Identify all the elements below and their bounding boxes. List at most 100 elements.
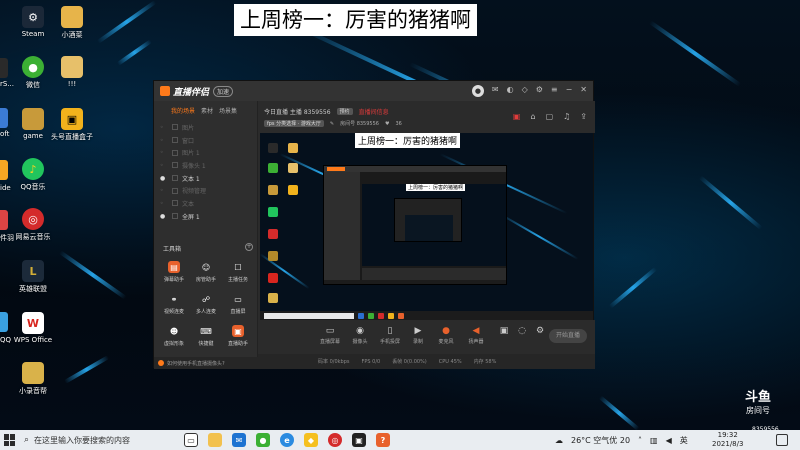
stream-title[interactable]: 今日直播 主播 8359556 (264, 107, 331, 116)
logo-badge[interactable]: 加速 (213, 85, 234, 97)
eye-icon[interactable]: ● (160, 175, 168, 182)
eye-icon[interactable]: ◦ (160, 137, 168, 144)
avatar[interactable]: ● (471, 85, 484, 97)
desktop-icon-folder[interactable]: 小酒菜 (48, 6, 96, 40)
beauty-button[interactable]: ◌ (514, 326, 530, 336)
skin-icon[interactable]: ◐ (507, 85, 514, 97)
start-live-button[interactable]: 开始直播 (549, 329, 587, 343)
eye-icon[interactable]: ◦ (160, 124, 168, 131)
show-hidden-icon[interactable]: ˄ (638, 436, 642, 445)
game-icon[interactable]: ◆ (304, 433, 318, 447)
phone-cast-button[interactable]: ▯ 手机投屏 (376, 326, 404, 345)
scene-item[interactable]: ● 文本 1 (154, 172, 257, 185)
desktop-icon-lol[interactable]: L 英雄联盟 (9, 260, 57, 294)
video-settings-button[interactable]: ▣ (496, 326, 512, 336)
taskbar-search[interactable]: ⌕ 在这里输入你要搜索的内容 (20, 430, 178, 450)
edit-icon[interactable]: ✎ (330, 121, 334, 127)
tab-my-scenes[interactable]: 我的场景 (171, 106, 195, 115)
desktop-icon-qqmusic[interactable]: ♪ QQ音乐 (9, 158, 57, 192)
taskbar-clock[interactable]: 19:32 2021/8/3 (712, 431, 743, 449)
streaming-app-window[interactable]: 直播伴侣 加速 ● ✉ ◐ ◇ ⚙ ≡ − ✕ 我的场景 素材 场景集 ◦ 图片 … (153, 80, 595, 369)
eye-icon[interactable]: ◦ (160, 149, 168, 156)
gift-box-icon[interactable]: ▣ (513, 112, 521, 121)
tool-assistant[interactable]: ▣ 直播助手 (222, 325, 254, 347)
message-icon[interactable]: ✉ (492, 85, 499, 97)
netease-music-icon[interactable]: ◎ (328, 433, 342, 447)
volume-icon[interactable]: ◀ (666, 436, 672, 445)
camera-button[interactable]: ◉ 摄像头 (346, 326, 374, 345)
lock-icon[interactable]: ⌂ (530, 112, 535, 121)
desktop-icon-file[interactable]: !!! (48, 56, 96, 88)
fans-count: 36 (395, 120, 402, 127)
gift-icon[interactable]: ◇ (522, 85, 528, 97)
edge-icon[interactable]: e (280, 433, 294, 447)
scene-item[interactable]: ◦ 窗口 (154, 134, 257, 147)
douyu-icon[interactable]: ? (376, 433, 390, 447)
tool-danmu[interactable]: ▤ 弹幕助手 (158, 261, 190, 283)
notification-icon[interactable] (776, 434, 788, 446)
weather-text[interactable]: 26°C 空气优 20 (571, 435, 630, 446)
eye-icon[interactable]: ◦ (160, 162, 168, 169)
eye-icon[interactable]: ● (160, 213, 168, 220)
app-icon[interactable] (0, 160, 8, 180)
eye-icon[interactable]: ◦ (160, 200, 168, 207)
mail-icon[interactable]: ✉ (232, 433, 246, 447)
app-icon[interactable] (0, 108, 8, 128)
desktop-icon-box[interactable]: ▣ 头号直播盒子 (48, 108, 96, 142)
start-button[interactable] (4, 434, 16, 446)
tool-avatar[interactable]: ☻ 虚拟形象 (158, 325, 190, 348)
reserve-chip[interactable]: 预约 (336, 108, 353, 115)
hotkey-icon: ⌨ (200, 326, 212, 336)
tool-screen[interactable]: ▭ 直播屏 (222, 293, 254, 316)
eye-icon[interactable]: ◦ (160, 187, 168, 194)
input-method-label[interactable]: 英 (680, 435, 688, 446)
tab-materials[interactable]: 素材 (201, 106, 213, 115)
tool-task[interactable]: ☐ 主播任务 (222, 261, 254, 284)
desktop-icon-recorder[interactable]: 小录音帮 (9, 362, 57, 396)
scene-item[interactable]: ◦ 文本 (154, 197, 257, 210)
menu-icon[interactable]: ≡ (551, 85, 558, 97)
bell-icon[interactable]: ♫ (563, 112, 570, 121)
scene-item[interactable]: ◦ 图片 1 (154, 146, 257, 159)
scene-item[interactable]: ◦ 图片 (154, 121, 257, 134)
tab-scene-sets[interactable]: 场景集 (219, 106, 237, 115)
tool-video-link[interactable]: ⚭ 视频连麦 (158, 293, 190, 316)
scene-item[interactable]: ◦ 摄像头 1 (154, 159, 257, 172)
network-icon[interactable]: ▥ (650, 436, 658, 445)
add-tool-icon[interactable]: + (245, 243, 253, 251)
task-view-icon[interactable]: ▭ (184, 433, 198, 447)
shop-icon[interactable]: ▢ (546, 112, 554, 121)
settings-button[interactable]: ⚙ (532, 326, 548, 336)
wechat-icon[interactable]: ● (256, 433, 270, 447)
app-icon[interactable] (0, 312, 8, 332)
tool-admin[interactable]: ☺ 房管助手 (190, 261, 222, 284)
file-explorer-icon[interactable] (208, 433, 222, 447)
app-icon[interactable] (0, 210, 8, 230)
live-preview[interactable]: 上周榜一：厉害的猪猪啊 上周榜一：厉害的猪猪啊 (260, 133, 593, 320)
desktop-icon-wps[interactable]: W WPS Office (9, 312, 57, 344)
scene-item[interactable]: ◦ 视频管理 (154, 184, 257, 197)
settings-icon[interactable]: ⚙ (536, 85, 543, 97)
tool-hotkey[interactable]: ⌨ 快捷键 (190, 325, 222, 348)
status-bar: 码率 0/0kbps FPS 0/0 丢帧 0(0.00%) CPU 45% 内… (258, 354, 595, 369)
share-icon[interactable]: ⇪ (580, 112, 587, 121)
weather-icon[interactable]: ☁ (555, 436, 563, 445)
box-icon (288, 185, 298, 195)
record-button[interactable]: ▶ 录制 (404, 326, 432, 345)
screen-capture-button[interactable]: ▭ 直播屏幕 (316, 326, 344, 345)
close-icon[interactable]: ✕ (580, 85, 587, 97)
desktop-icon-netease[interactable]: ◎ 网易云音乐 (9, 208, 57, 242)
room-info-link[interactable]: 直播间信息 (359, 107, 389, 116)
scene-item[interactable]: ● 全屏 1 (154, 210, 257, 223)
speaker-button[interactable]: ◀ 扬声器 (462, 326, 490, 345)
tool-multi-link[interactable]: ☍ 多人连麦 (190, 293, 222, 316)
app-icon[interactable] (0, 58, 8, 78)
mic-button[interactable]: ● 麦克风 (432, 326, 460, 345)
category-select[interactable]: fps 分类选择 · 游戏大厅 (264, 120, 324, 127)
file-icon (61, 56, 83, 78)
window-controls: ● ✉ ◐ ◇ ⚙ ≡ − ✕ (471, 85, 587, 97)
phone-camera-tip[interactable]: 如何使用手机直播摄像头? (154, 357, 258, 369)
lock-icon (172, 200, 178, 207)
minimize-icon[interactable]: − (566, 85, 573, 97)
live-companion-icon[interactable]: ▣ (352, 433, 366, 447)
